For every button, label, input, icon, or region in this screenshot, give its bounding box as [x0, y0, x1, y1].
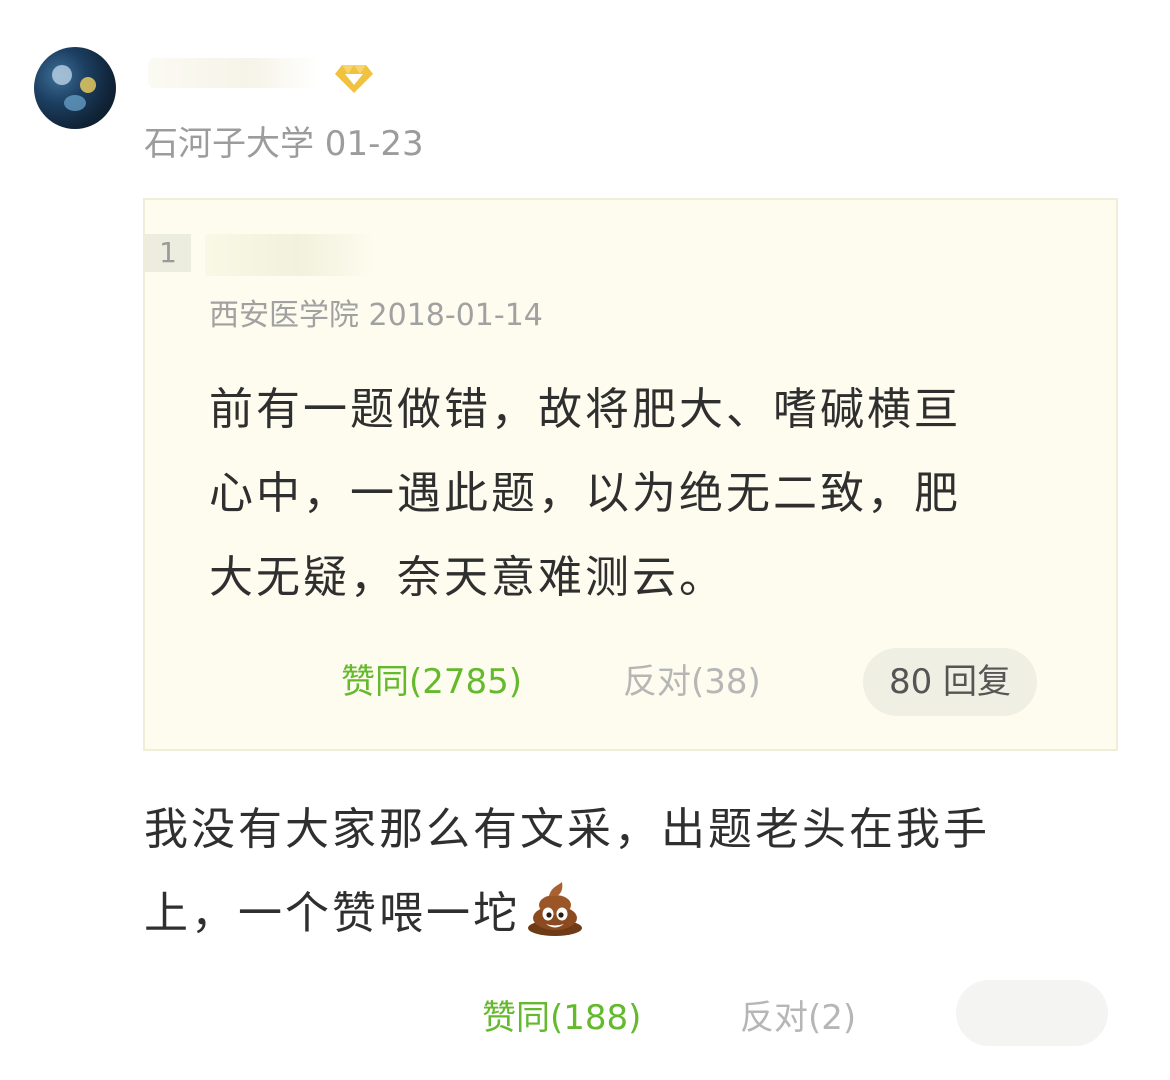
quoted-comment-text: 前有一题做错，故将肥大、嗜碱横亘 心中，一遇此题，以为绝无二致，肥 大无疑，奈天… — [209, 368, 1069, 620]
comment-text-line-with-emoji: 上，一个赞喂一坨 — [144, 872, 1104, 956]
vip-diamond-icon — [335, 65, 373, 93]
avatar-highlight-icon — [80, 77, 96, 93]
user-avatar[interactable] — [34, 47, 116, 129]
quoted-text-line: 前有一题做错，故将肥大、嗜碱横亘 — [209, 384, 961, 435]
quoted-agree-button[interactable]: 赞同(2785) — [341, 656, 522, 708]
quoted-comment-meta: 西安医学院 2018-01-14 — [209, 298, 543, 333]
comment-actions: 赞同(188) 反对(2) — [0, 980, 1170, 1050]
quoted-text-line: 心中，一遇此题，以为绝无二致，肥 — [209, 468, 961, 519]
quoted-comment-card[interactable]: 1 西安医学院 2018-01-14 前有一题做错，故将肥大、嗜碱横亘 心中，一… — [143, 198, 1118, 751]
quoted-oppose-button[interactable]: 反对(38) — [623, 656, 761, 708]
reply-button[interactable] — [956, 980, 1108, 1046]
avatar-highlight-icon — [64, 95, 86, 111]
comment-text-line: 我没有大家那么有文采，出题老头在我手 — [144, 804, 990, 855]
floor-number: 1 — [145, 234, 191, 272]
quoted-username[interactable] — [205, 234, 375, 276]
quoted-comment-actions: 赞同(2785) 反对(38) 80 回复 — [145, 648, 1116, 718]
comment-text-line: 上，一个赞喂一坨 — [144, 888, 520, 939]
main-comment-text: 我没有大家那么有文采，出题老头在我手 上，一个赞喂一坨 — [144, 788, 1104, 956]
comment-meta: 石河子大学 01-23 — [144, 124, 424, 164]
quoted-text-line: 大无疑，奈天意难测云。 — [209, 552, 726, 603]
poop-icon — [528, 882, 582, 936]
comment-page: 石河子大学 01-23 1 西安医学院 2018-01-14 前有一题做错，故将… — [0, 0, 1170, 1080]
agree-button[interactable]: 赞同(188) — [482, 992, 641, 1044]
oppose-button[interactable]: 反对(2) — [740, 992, 856, 1044]
quoted-replies-button[interactable]: 80 回复 — [863, 648, 1037, 716]
avatar-highlight-icon — [52, 65, 72, 85]
username[interactable] — [148, 58, 320, 88]
